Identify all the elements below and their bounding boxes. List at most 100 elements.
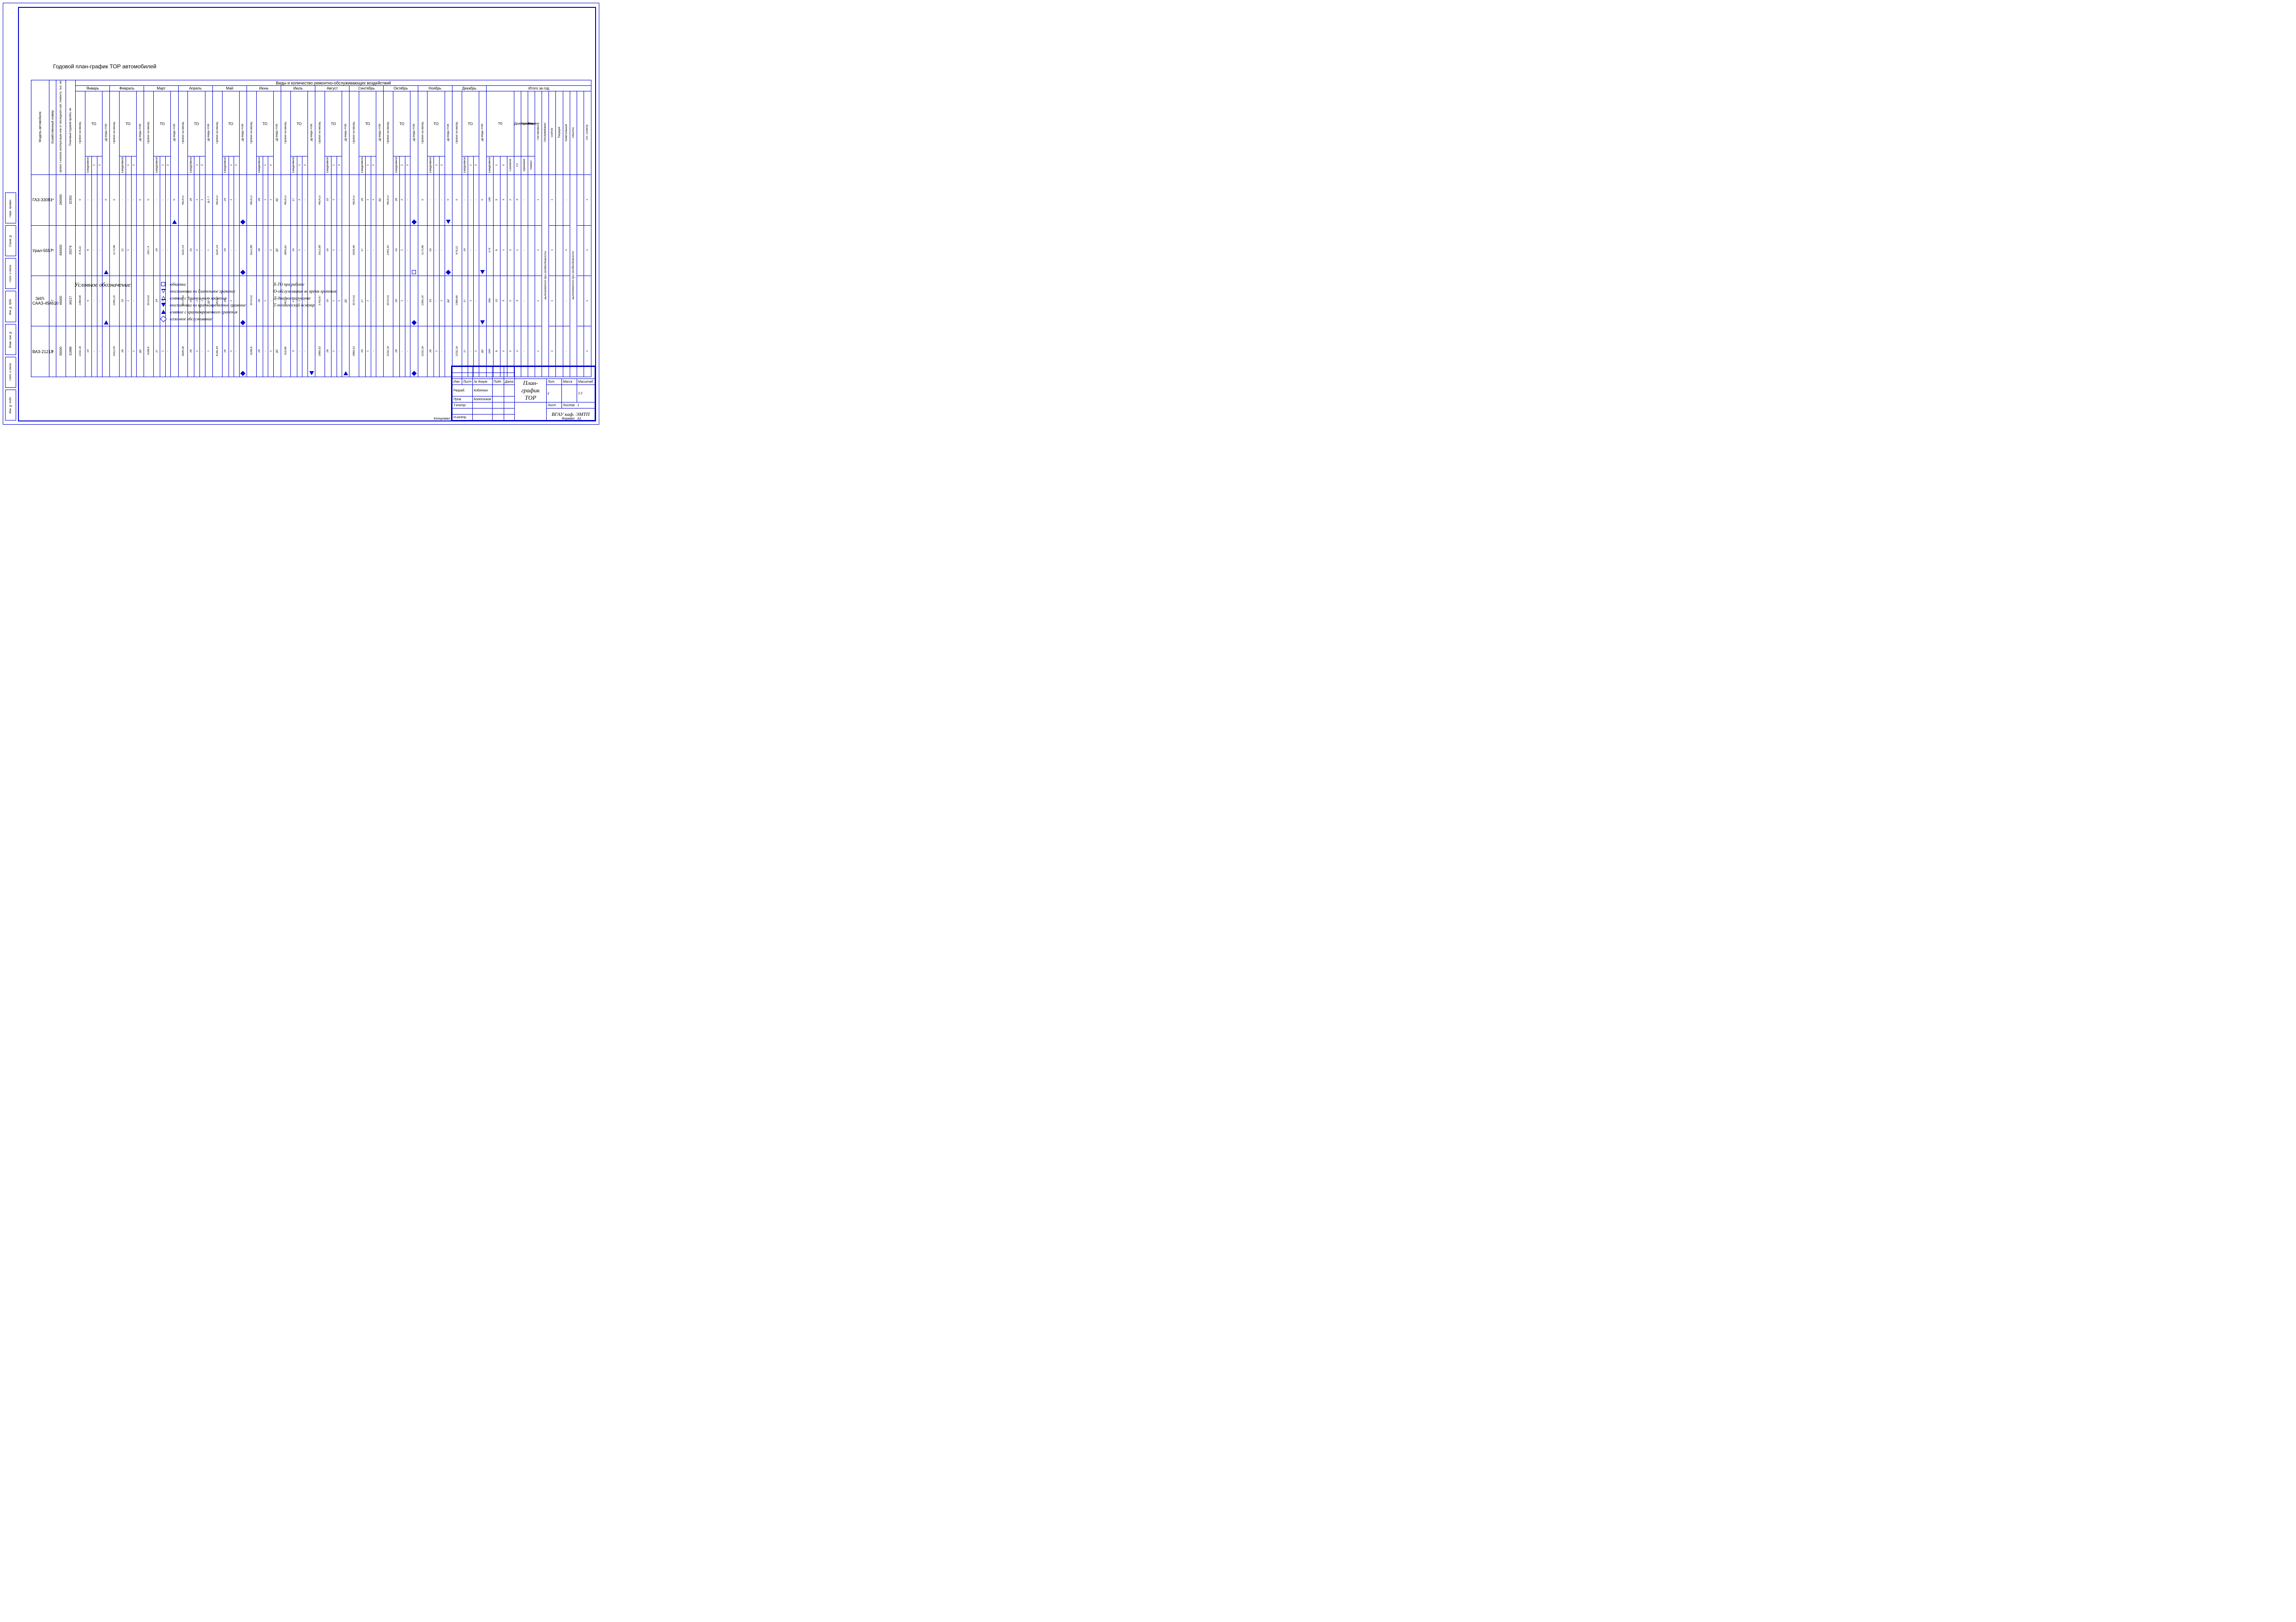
month-val: 25 [326, 198, 329, 202]
data-cell [307, 326, 315, 377]
marker-tri-up-filled [172, 220, 177, 224]
data-cell: 279 [486, 225, 493, 276]
month-rov: 0 [173, 198, 176, 201]
tb-s [473, 409, 493, 415]
month-val: - [304, 350, 307, 352]
legend-marker-icon [160, 315, 167, 322]
left-label-text: Инв. № дубл. [9, 298, 12, 315]
legend-label: -снятие с длительного хранения [169, 296, 227, 300]
month-mileage: 4145,44 [216, 346, 219, 357]
month-val: - [470, 199, 472, 201]
marker-wrapper [410, 220, 417, 224]
data-cell: - [468, 175, 474, 225]
data-cell: - [234, 326, 240, 377]
data-cell [577, 225, 584, 276]
month-mileage: 0 [456, 198, 458, 201]
month-mileage: 3220,14 [182, 245, 185, 256]
marker-tri-up-filled [104, 270, 108, 274]
header-to: ТО [325, 91, 342, 156]
month-val: - [93, 350, 96, 352]
data-num: 3 [51, 248, 54, 252]
data-cell: - [434, 225, 440, 276]
data-cell: 1 [366, 326, 371, 377]
data-cell [410, 175, 418, 225]
header-month: Июль [281, 86, 315, 91]
data-cell: 26 [393, 175, 400, 225]
header-month: Апрель [178, 86, 212, 91]
data-cell: - [474, 225, 479, 276]
month-val: - [435, 199, 438, 201]
month-rov: 0 [105, 198, 108, 201]
data-cell: - [439, 225, 445, 276]
tb-blank2 [515, 402, 547, 421]
month-mileage: 2869,92 [319, 346, 321, 357]
data-cell: 3 [290, 326, 297, 377]
month-rov: Д2 [276, 248, 278, 252]
header-sub: 1 [230, 164, 233, 166]
header-to: ТО [428, 91, 445, 156]
month-val: - [298, 350, 301, 352]
month-val: - [435, 249, 438, 251]
month-val: - [127, 199, 130, 201]
data-cell: 0 [445, 175, 452, 225]
header-year-sub: 2 [502, 164, 505, 166]
year-val: 1 [586, 198, 589, 201]
header-month: Август [315, 86, 350, 91]
data-cell: - [337, 225, 342, 276]
month-mileage: 4614,57 [353, 194, 356, 205]
data-cell: - [263, 225, 268, 276]
header-cell: Обкатка [570, 91, 577, 175]
tb-s [504, 402, 514, 409]
header-cell: Модель автомобиля [31, 80, 49, 175]
data-cell: 2232,16 [418, 326, 428, 377]
month-val: 1 [367, 350, 369, 352]
data-cell: 0 [102, 175, 110, 225]
data-cell: 1 [199, 175, 205, 225]
header-sub: 1 [332, 164, 335, 166]
data-cell: 1 [268, 326, 274, 377]
data-cell: - [521, 175, 528, 225]
month-val: - [475, 249, 477, 251]
left-label-box: Инв. № подл. [5, 390, 16, 421]
data-cell [556, 225, 563, 276]
data-cell: 4614,57 [384, 175, 393, 225]
header-cell: Ежедневное [462, 156, 468, 175]
month-val: - [235, 199, 238, 201]
data-plan_km: 32302 [69, 194, 72, 205]
header-month: Февраль [110, 86, 144, 91]
data-cell: 2232,16 [76, 326, 85, 377]
month-val: - [264, 249, 267, 251]
tb-s [492, 396, 504, 402]
month-mileage: 0 [422, 198, 424, 201]
header-sub: 2 [270, 164, 272, 166]
data-cell: - [428, 175, 434, 225]
tb-name2: Колесников [473, 396, 493, 402]
data-cell [479, 225, 486, 276]
marker-wrapper [171, 220, 178, 224]
header-cell: Капитальный [563, 91, 570, 175]
header-probeg: Пробег на месяц [79, 121, 82, 144]
data-cell: 6 [493, 225, 500, 276]
footer-format-l: Формат [562, 417, 575, 421]
data-cell: 1 [268, 175, 274, 225]
data-cell: - [439, 326, 445, 377]
data-cell [556, 175, 563, 225]
tb-small [462, 367, 473, 373]
data-cell [342, 326, 350, 377]
month-val: - [470, 249, 472, 251]
month-val: - [235, 249, 238, 251]
legend-row: Д-диагностирование [274, 295, 337, 301]
header-sub: 2 [235, 164, 238, 166]
header-cell: Плановый годовой пробег, км [66, 80, 76, 175]
header-cell: 2 [199, 156, 205, 175]
legend-text-col: Х-ТО при работеО-обслуживание во время х… [274, 281, 337, 308]
header-cell: Ежедневное [256, 156, 263, 175]
data-cell: 32302 [66, 175, 76, 225]
year-val: 1 [537, 198, 540, 201]
marker-wrapper [240, 220, 247, 224]
legend-label: -снятие с кратковременного хранения [169, 310, 237, 314]
data-cell: 3188,8 [144, 326, 154, 377]
vehicle-row: Урал-5557365000029274878,228--1170,96211… [31, 225, 591, 276]
header-sub: 1 [470, 164, 472, 166]
data-cell: 0 [76, 175, 85, 225]
